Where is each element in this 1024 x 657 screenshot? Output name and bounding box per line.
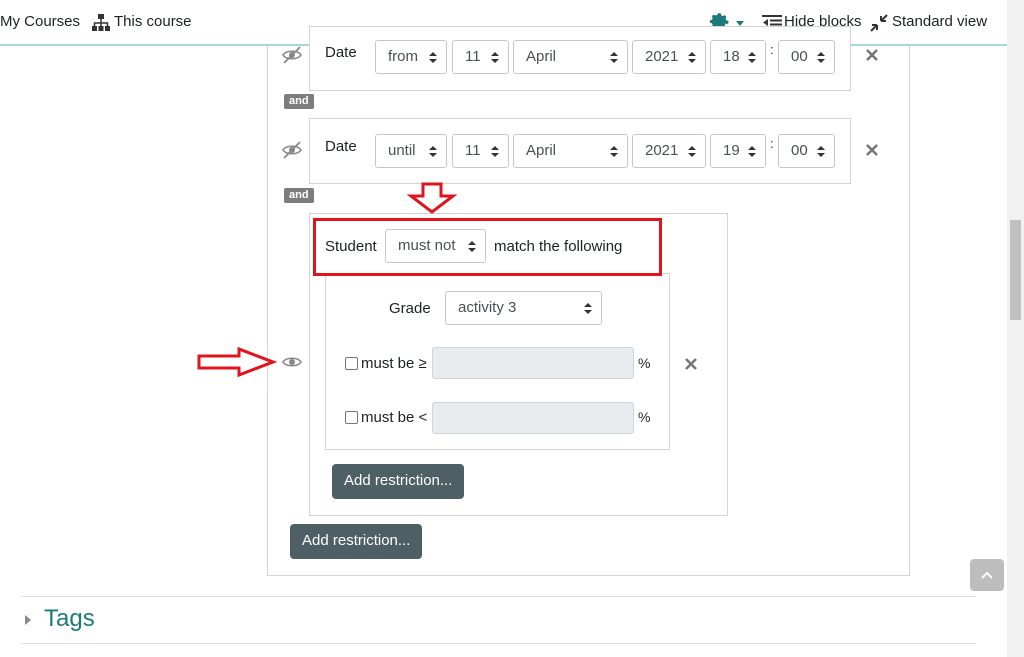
select-value: 18 <box>723 48 740 65</box>
select-arrows-icon <box>817 52 825 64</box>
date-direction-select[interactable]: from <box>375 40 447 74</box>
select-arrows-icon <box>429 146 437 158</box>
divider <box>21 643 976 644</box>
select-value: 2021 <box>645 142 679 159</box>
annotation-down-arrow-icon <box>406 182 458 214</box>
select-value: 19 <box>723 142 740 159</box>
select-arrows-icon <box>610 52 618 64</box>
max-grade-checkbox[interactable] <box>345 411 358 424</box>
eye-slash-icon[interactable] <box>281 44 303 66</box>
add-restriction-button-outer[interactable]: Add restriction... <box>290 524 423 559</box>
max-grade-label: must be < <box>361 409 428 426</box>
minute-select[interactable]: 00 <box>778 40 835 74</box>
percent-sign: % <box>638 409 651 425</box>
select-arrows-icon <box>688 146 696 158</box>
hour-select[interactable]: 18 <box>710 40 766 74</box>
time-separator: : <box>770 42 774 57</box>
main-content: Date from 11 April 2021 18 : 00 and Date… <box>0 26 1007 657</box>
select-arrows-icon <box>610 146 618 158</box>
date-label: Date <box>325 44 357 61</box>
hour-select[interactable]: 19 <box>710 134 766 168</box>
select-arrows-icon <box>748 52 756 64</box>
divider <box>21 596 976 597</box>
and-badge: and <box>284 94 314 109</box>
year-select[interactable]: 2021 <box>632 40 706 74</box>
annotation-red-box <box>313 218 662 276</box>
standard-view-link[interactable]: Standard view <box>892 13 987 30</box>
add-restriction-button-inner[interactable]: Add restriction... <box>332 464 465 499</box>
minute-select[interactable]: 00 <box>778 134 835 168</box>
time-separator: : <box>770 136 774 151</box>
select-arrows-icon <box>491 146 499 158</box>
select-arrows-icon <box>491 52 499 64</box>
caret-right-icon[interactable] <box>25 615 31 625</box>
select-arrows-icon <box>817 146 825 158</box>
eye-slash-icon[interactable] <box>281 139 303 161</box>
annotation-right-arrow-icon <box>197 346 278 378</box>
tags-section-title[interactable]: Tags <box>44 605 95 633</box>
max-grade-input[interactable] <box>432 402 634 434</box>
select-arrows-icon <box>748 146 756 158</box>
back-to-top-button[interactable] <box>970 559 1004 591</box>
select-value: April <box>526 48 557 65</box>
select-arrows-icon <box>584 303 592 315</box>
month-select[interactable]: April <box>513 40 628 74</box>
chevron-up-icon <box>981 571 993 579</box>
select-value: activity 3 <box>458 299 517 316</box>
collapse-arrows-icon <box>870 14 888 32</box>
month-select[interactable]: April <box>513 134 628 168</box>
day-select[interactable]: 11 <box>452 134 509 168</box>
select-value: 11 <box>465 142 481 159</box>
select-value: April <box>526 142 557 159</box>
grade-label: Grade <box>389 300 431 317</box>
select-value: until <box>388 142 416 159</box>
select-value: 2021 <box>645 48 679 65</box>
min-grade-input[interactable] <box>432 347 634 379</box>
select-value: 00 <box>791 142 808 159</box>
select-value: 00 <box>791 48 808 65</box>
delete-condition-icon[interactable] <box>865 48 879 62</box>
year-select[interactable]: 2021 <box>632 134 706 168</box>
grade-item-select[interactable]: activity 3 <box>445 291 602 325</box>
min-grade-checkbox[interactable] <box>345 357 358 370</box>
select-arrows-icon <box>429 52 437 64</box>
hierarchy-icon <box>92 14 110 32</box>
select-arrows-icon <box>688 52 696 64</box>
percent-sign: % <box>638 355 651 371</box>
and-badge: and <box>284 188 314 203</box>
vertical-scrollbar[interactable] <box>1007 0 1024 657</box>
date-direction-select[interactable]: until <box>375 134 447 168</box>
my-courses-link[interactable]: My Courses <box>0 13 80 30</box>
delete-condition-icon[interactable] <box>684 357 698 371</box>
eye-icon[interactable] <box>281 351 303 373</box>
date-label: Date <box>325 138 357 155</box>
delete-condition-icon[interactable] <box>865 143 879 157</box>
select-value: 11 <box>465 48 481 65</box>
day-select[interactable]: 11 <box>452 40 509 74</box>
this-course-link[interactable]: This course <box>114 13 192 30</box>
scrollbar-thumb[interactable] <box>1010 220 1021 320</box>
min-grade-label: must be ≥ <box>361 355 427 372</box>
select-value: from <box>388 48 418 65</box>
